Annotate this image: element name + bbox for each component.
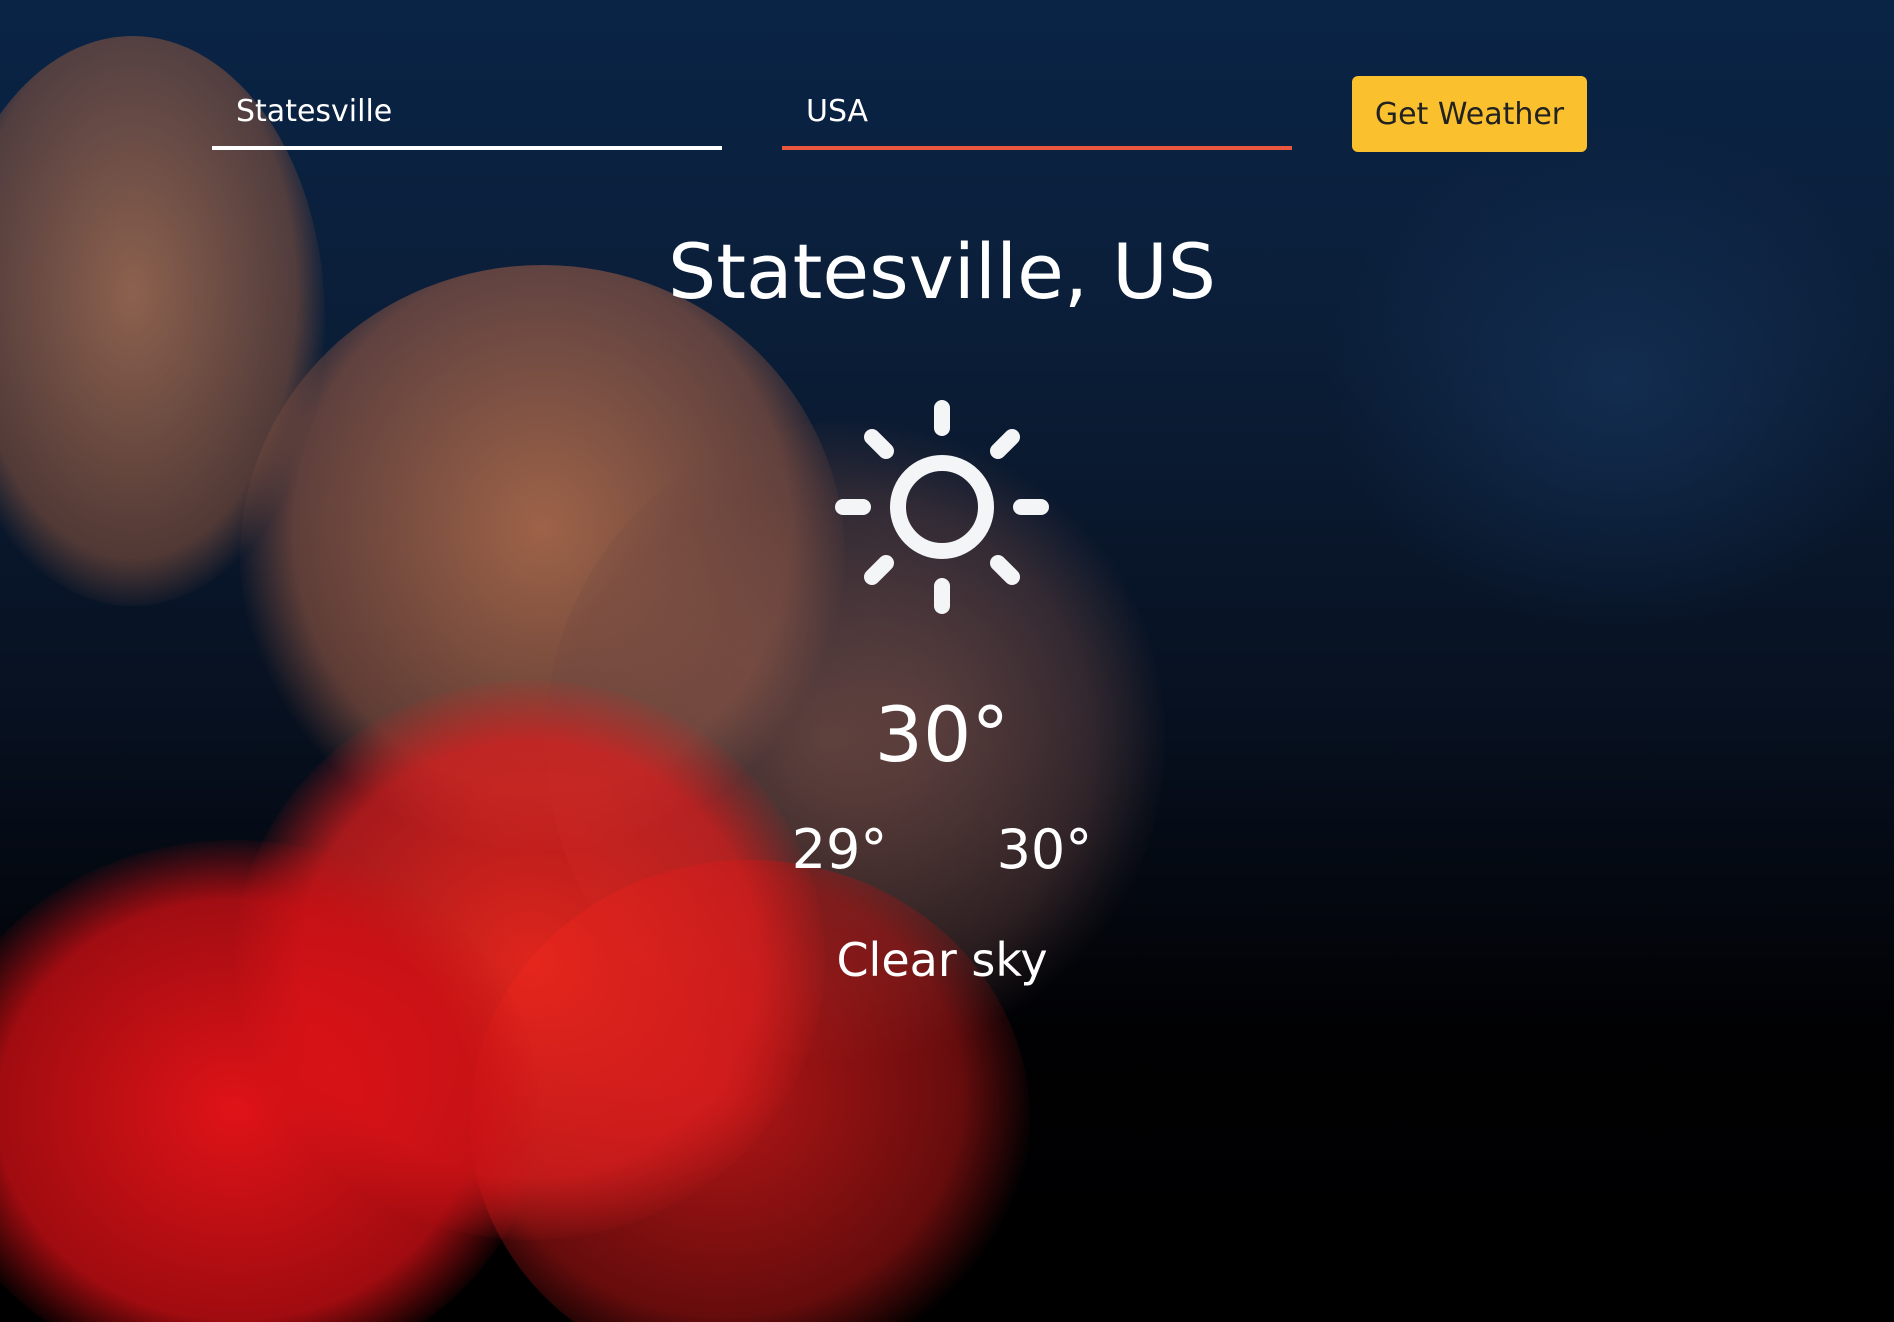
location-title: Statesville, US <box>667 227 1217 316</box>
weather-result: Statesville, US 30° 29° 30° Clear sky <box>0 0 1894 1322</box>
max-temperature: 30° <box>996 818 1093 881</box>
weather-app: Get Weather Statesville, US 30° 29° 30° … <box>0 0 1894 1322</box>
sun-icon <box>835 400 1049 614</box>
temperature-range: 29° 30° <box>0 810 1884 890</box>
weather-description: Clear sky <box>836 933 1048 987</box>
min-temperature: 29° <box>791 818 888 881</box>
current-temperature: 30° <box>874 690 1010 779</box>
